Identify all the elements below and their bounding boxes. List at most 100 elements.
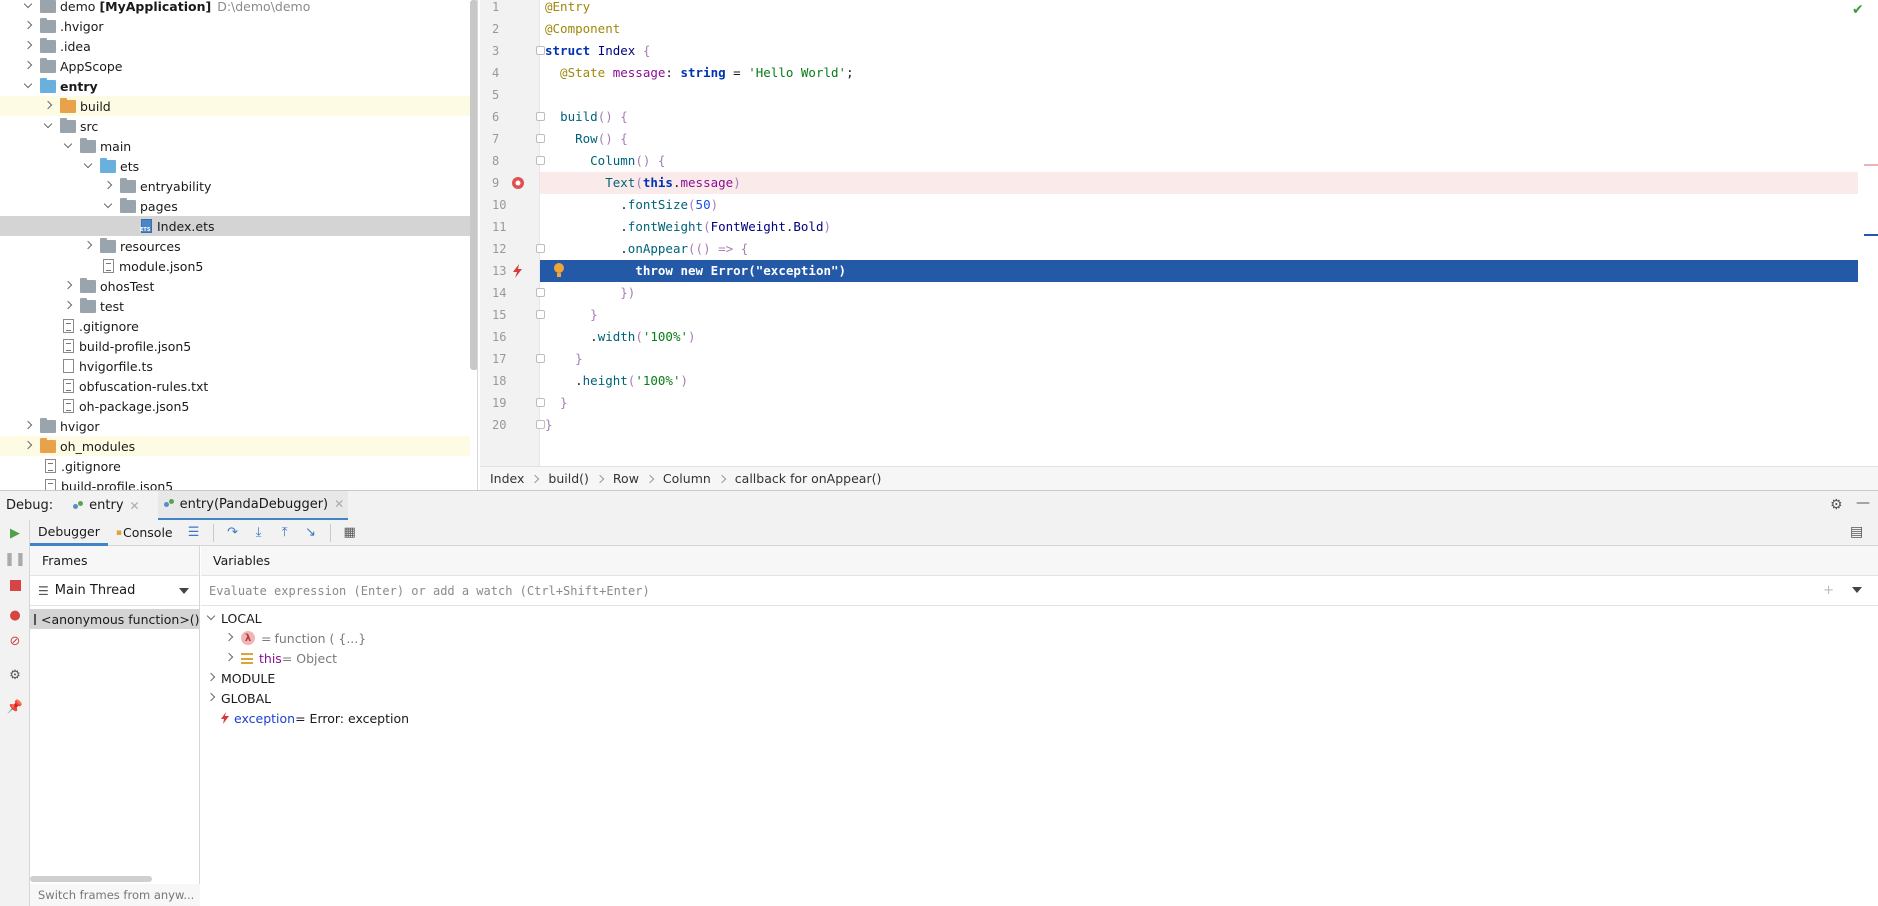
var-item-this[interactable]: this = Object	[201, 648, 1878, 668]
tab-console[interactable]: ▪ Console	[108, 520, 181, 546]
evaluate-expression-input[interactable]	[201, 576, 1878, 606]
chevron-right-icon[interactable]	[205, 672, 217, 684]
tree-item-index-ets[interactable]: Index.ets	[0, 216, 470, 236]
chevron-down-icon[interactable]	[1852, 587, 1862, 593]
breadcrumb-item[interactable]: Column	[663, 471, 711, 486]
tree-item-oh-modules[interactable]: oh_modules	[0, 436, 470, 456]
gear-icon[interactable]: ⚙	[1830, 497, 1843, 513]
code-line-6[interactable]: build() {	[540, 106, 1858, 128]
code-line-2[interactable]: @Component	[540, 18, 1858, 40]
tree-item-hvigor-dir[interactable]: .hvigor	[0, 16, 477, 36]
editor-gutter[interactable]: 1 2 3 4 5 6 7 8 9 10 11 12 13 14 15 16 1…	[480, 0, 540, 466]
breadcrumb-item[interactable]: Index	[490, 471, 524, 486]
close-icon[interactable]: ✕	[130, 499, 140, 513]
code-line-16[interactable]: .width('100%')	[540, 326, 1858, 348]
code-line-15[interactable]: }	[540, 304, 1858, 326]
check-icon[interactable]: ✔	[1852, 2, 1864, 18]
chevron-right-icon[interactable]	[62, 300, 74, 312]
tree-item-module-json5[interactable]: module.json5	[0, 256, 477, 276]
chevron-right-icon[interactable]	[223, 652, 235, 664]
code-line-13-current[interactable]: throw new Error("exception")	[540, 260, 1858, 282]
chevron-down-icon[interactable]	[22, 80, 34, 92]
menu-icon[interactable]: ☰	[184, 523, 204, 543]
chevron-right-icon[interactable]	[22, 440, 34, 452]
code-line-20[interactable]: }	[540, 414, 1858, 436]
code-line-17[interactable]: }	[540, 348, 1858, 370]
breadcrumb-item[interactable]: callback for onAppear()	[735, 471, 882, 486]
chevron-right-icon[interactable]	[22, 40, 34, 52]
mute-breakpoints-icon[interactable]: ⊘	[6, 632, 24, 650]
intention-bulb-icon[interactable]	[552, 262, 566, 280]
tree-item-main[interactable]: main	[0, 136, 477, 156]
chevron-right-icon[interactable]	[42, 100, 54, 112]
code-line-1[interactable]: @Entry	[540, 0, 1858, 18]
current-line-stripe-marker[interactable]	[1864, 234, 1878, 236]
chevron-down-icon[interactable]	[22, 0, 34, 12]
code-line-14[interactable]: })	[540, 282, 1858, 304]
var-item-exception[interactable]: exception = Error: exception	[201, 708, 1878, 728]
breakpoint-stripe-marker[interactable]	[1864, 164, 1878, 166]
frame-item[interactable]: <anonymous function>(),	[30, 609, 199, 629]
chevron-right-icon[interactable]	[62, 280, 74, 292]
thread-dropdown[interactable]: ☰ Main Thread	[30, 576, 199, 606]
tree-root[interactable]: demo [MyApplication] D:\demo\demo	[0, 0, 477, 16]
tree-item-build-profile[interactable]: build-profile.json5	[0, 336, 477, 356]
chevron-down-icon[interactable]	[205, 612, 217, 624]
tree-item-build[interactable]: build	[0, 96, 470, 116]
tree-item-entry[interactable]: entry	[0, 76, 477, 96]
code-line-10[interactable]: .fontSize(50)	[540, 194, 1858, 216]
chevron-down-icon[interactable]	[82, 160, 94, 172]
code-line-12[interactable]: .onAppear(() => {	[540, 238, 1858, 260]
exception-lightning-icon[interactable]	[510, 263, 526, 279]
pin-icon[interactable]: 📌	[6, 698, 24, 716]
minimize-icon[interactable]: —	[1856, 495, 1870, 511]
tree-item-idea[interactable]: .idea	[0, 36, 477, 56]
breakpoint-icon[interactable]	[510, 175, 526, 191]
tree-item-gitignore[interactable]: .gitignore	[0, 316, 477, 336]
frames-scrollbar[interactable]	[30, 876, 152, 882]
tree-scrollbar[interactable]	[470, 0, 477, 370]
tree-item-test[interactable]: test	[0, 296, 477, 316]
tab-debugger[interactable]: Debugger	[30, 520, 108, 546]
stop-icon[interactable]	[6, 576, 24, 594]
tree-item-ohostest[interactable]: ohosTest	[0, 276, 477, 296]
code-line-11[interactable]: .fontWeight(FontWeight.Bold)	[540, 216, 1858, 238]
tree-item-root-gitignore[interactable]: .gitignore	[0, 456, 477, 476]
chevron-right-icon[interactable]	[223, 632, 235, 644]
layout-icon[interactable]: ▤	[1850, 524, 1863, 540]
add-watch-icon[interactable]: +	[1823, 583, 1834, 598]
code-line-8[interactable]: Column() {	[540, 150, 1858, 172]
chevron-right-icon[interactable]	[102, 180, 114, 192]
chevron-right-icon[interactable]	[22, 420, 34, 432]
evaluate-expression-icon[interactable]: ▦	[340, 523, 360, 543]
tree-item-pages[interactable]: pages	[0, 196, 477, 216]
tree-item-hvigorfile[interactable]: hvigorfile.ts	[0, 356, 477, 376]
tree-item-obfuscation[interactable]: obfuscation-rules.txt	[0, 376, 477, 396]
tree-item-resources[interactable]: resources	[0, 236, 477, 256]
breadcrumb-item[interactable]: build()	[548, 471, 589, 486]
close-icon[interactable]: ✕	[334, 497, 344, 511]
chevron-down-icon[interactable]	[62, 140, 74, 152]
step-out-icon[interactable]: ⤒	[275, 523, 295, 543]
chevron-right-icon[interactable]	[82, 240, 94, 252]
chevron-right-icon[interactable]	[22, 60, 34, 72]
settings-icon[interactable]: ⚙	[6, 666, 24, 684]
code-line-19[interactable]: }	[540, 392, 1858, 414]
step-into-icon[interactable]: ⤓	[249, 523, 269, 543]
view-breakpoints-icon[interactable]: ●	[6, 606, 24, 624]
resume-icon[interactable]: ▶	[6, 524, 24, 542]
var-scope-local[interactable]: LOCAL	[201, 608, 1878, 628]
tree-item-root-build-profile[interactable]: build-profile.json5	[0, 476, 477, 490]
chevron-down-icon[interactable]	[42, 120, 54, 132]
tree-item-appscope[interactable]: AppScope	[0, 56, 477, 76]
tree-item-ets[interactable]: ets	[0, 156, 477, 176]
var-scope-global[interactable]: GLOBAL	[201, 688, 1878, 708]
tree-item-src[interactable]: src	[0, 116, 477, 136]
tree-item-hvigor[interactable]: hvigor	[0, 416, 477, 436]
debug-tab-entry-panda[interactable]: entry(PandaDebugger) ✕	[157, 490, 349, 521]
code-line-9-breakpoint[interactable]: Text(this.message)	[540, 172, 1858, 194]
breadcrumb-item[interactable]: Row	[613, 471, 639, 486]
code-line-18[interactable]: .height('100%')	[540, 370, 1858, 392]
var-item-function[interactable]: λ = function ( {...}	[201, 628, 1878, 648]
pause-icon[interactable]: ❚❚	[4, 550, 26, 568]
